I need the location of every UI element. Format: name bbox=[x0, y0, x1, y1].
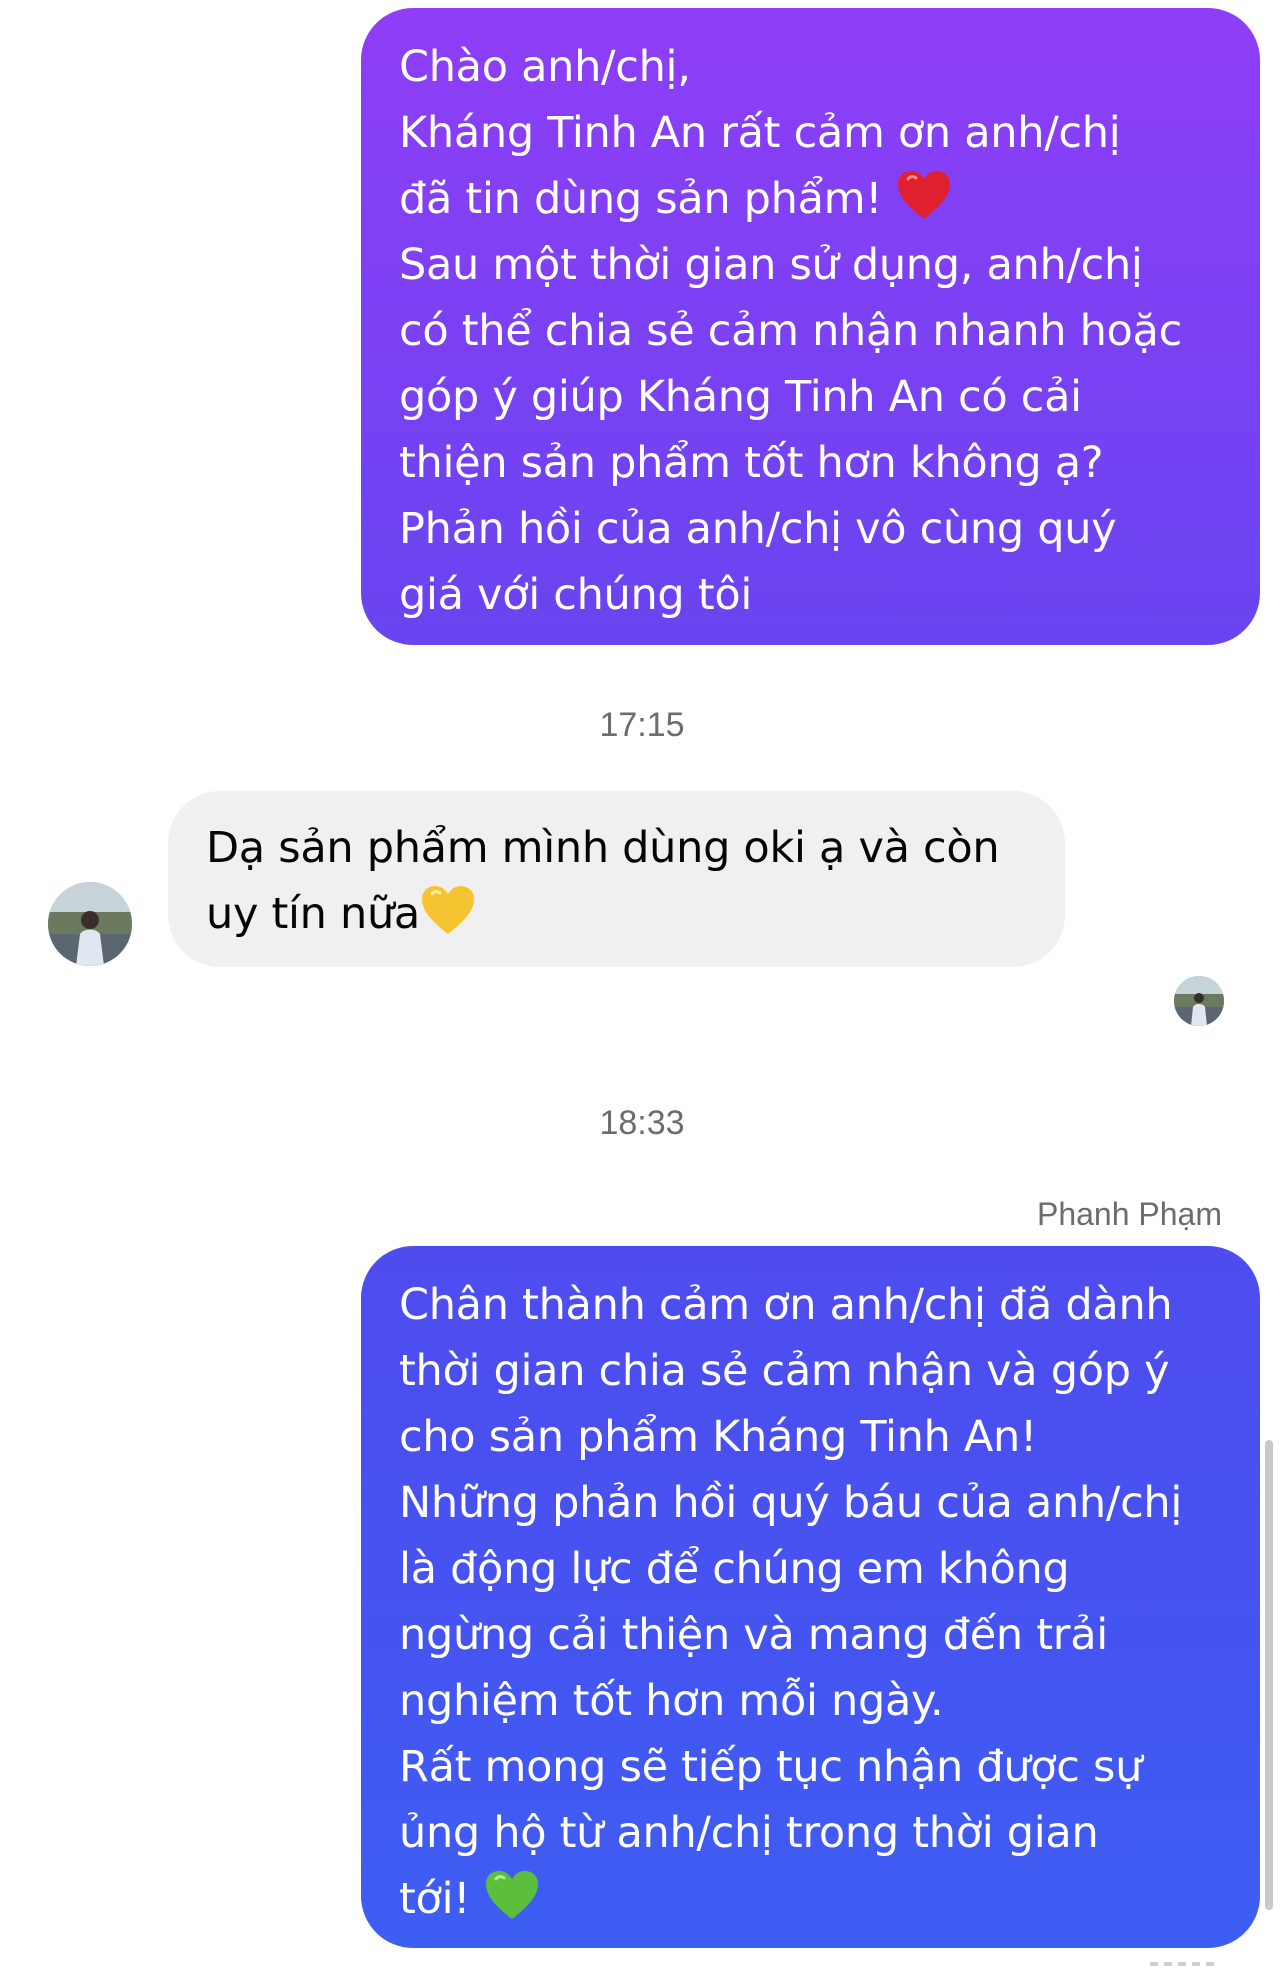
outgoing-message-bubble[interactable]: Chào anh/chị, Kháng Tinh An rất cảm ơn a… bbox=[361, 8, 1260, 645]
message-line: tới! bbox=[399, 1874, 484, 1924]
avatar-photo-icon bbox=[1174, 976, 1224, 1026]
message-line: giá với chúng tôi bbox=[399, 570, 753, 620]
scrollbar[interactable] bbox=[1265, 1440, 1273, 1910]
sender-name: Phanh Phạm bbox=[1036, 1196, 1222, 1232]
contact-avatar[interactable] bbox=[48, 882, 132, 966]
red-heart-icon bbox=[896, 169, 952, 221]
message-line: ủng hộ từ anh/chị trong thời gian bbox=[399, 1808, 1099, 1858]
message-line: Kháng Tinh An rất cảm ơn anh/chị bbox=[399, 108, 1121, 158]
message-line: uy tín nữa bbox=[206, 889, 420, 939]
message-line: Sau một thời gian sử dụng, anh/chị bbox=[399, 240, 1143, 290]
message-line: nghiệm tốt hơn mỗi ngày. bbox=[399, 1676, 944, 1726]
read-receipt-avatar bbox=[1174, 976, 1224, 1026]
outgoing-message-bubble[interactable]: Chân thành cảm ơn anh/chị đã dành thời g… bbox=[361, 1246, 1260, 1948]
message-timestamp: 17:15 bbox=[599, 706, 685, 744]
message-line: có thể chia sẻ cảm nhận nhanh hoặc bbox=[399, 306, 1182, 356]
incoming-message-bubble[interactable]: Dạ sản phẩm mình dùng oki ạ và còn uy tí… bbox=[168, 791, 1065, 967]
typing-hint bbox=[1150, 1962, 1220, 1966]
message-line: Những phản hồi quý báu của anh/chị bbox=[399, 1478, 1183, 1528]
message-timestamp: 18:33 bbox=[599, 1104, 685, 1142]
message-line: là động lực để chúng em không bbox=[399, 1544, 1070, 1594]
message-line: đã tin dùng sản phẩm! bbox=[399, 174, 896, 224]
avatar-photo-icon bbox=[48, 882, 132, 966]
message-line: thiện sản phẩm tốt hơn không ạ? bbox=[399, 438, 1104, 488]
green-heart-icon bbox=[484, 1869, 540, 1921]
message-line: Phản hồi của anh/chị vô cùng quý bbox=[399, 504, 1117, 554]
message-line: thời gian chia sẻ cảm nhận và góp ý bbox=[399, 1346, 1170, 1396]
message-line: Dạ sản phẩm mình dùng oki ạ và còn bbox=[206, 823, 1000, 873]
message-line: ngừng cải thiện và mang đến trải bbox=[399, 1610, 1108, 1660]
message-line: cho sản phẩm Kháng Tinh An! bbox=[399, 1412, 1037, 1462]
message-line: góp ý giúp Kháng Tinh An có cải bbox=[399, 372, 1082, 422]
message-line: Chào anh/chị, bbox=[399, 42, 691, 92]
message-line: Rất mong sẽ tiếp tục nhận được sự bbox=[399, 1742, 1143, 1792]
yellow-heart-icon bbox=[420, 884, 476, 936]
message-line: Chân thành cảm ơn anh/chị đã dành bbox=[399, 1280, 1173, 1330]
